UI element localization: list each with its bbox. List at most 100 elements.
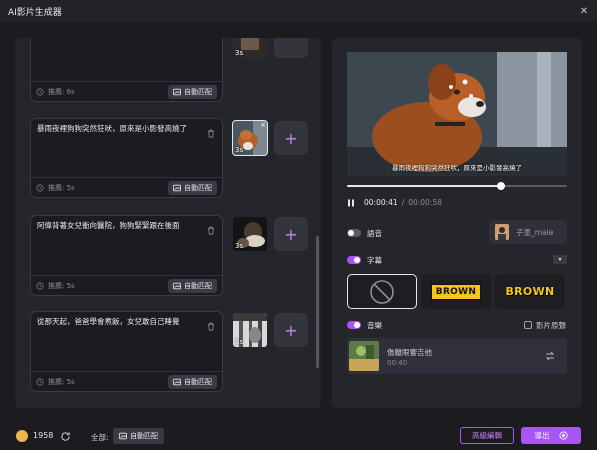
thumbnail-duration: 3s <box>235 338 244 346</box>
add-clip-button[interactable] <box>274 38 308 58</box>
clock-icon <box>36 183 44 192</box>
all-label: 全部: <box>91 433 109 442</box>
auto-match-all-button[interactable]: 自動匹配 <box>113 428 164 444</box>
original-sound-label: 影片原聲 <box>536 321 566 330</box>
plus-icon: + <box>284 320 298 340</box>
trash-icon[interactable] <box>207 226 215 235</box>
auto-match-all-label: 自動匹配 <box>130 432 158 440</box>
scene-footer: 推薦: 5s 自動匹配 <box>31 371 222 391</box>
swap-icon[interactable] <box>545 351 555 361</box>
trash-icon[interactable] <box>207 129 215 138</box>
subtitle-dropdown[interactable]: ▾ <box>553 255 567 264</box>
clock-icon <box>36 87 44 96</box>
advanced-edit-label: 高級編輯 <box>472 431 502 440</box>
footer-bar: 1958 全部: 自動匹配 高級編輯 導出 <box>0 422 597 450</box>
scrollbar[interactable] <box>316 236 319 368</box>
preview-subtitle: 暴雨夜裡狗狗突然狂吠，原來是小影發高燒了 <box>392 164 522 172</box>
image-match-icon <box>173 88 181 96</box>
scene-text[interactable]: 從那天起，爸爸學會煮飯，女兒敢自己睡覺 <box>37 316 200 327</box>
playback-progress-bar[interactable] <box>347 182 567 190</box>
subtitle-toggle[interactable] <box>347 256 361 264</box>
export-icon <box>558 431 568 440</box>
scene-card[interactable]: 阿偉背著女兒衝向醫院，狗狗緊緊跟在後面 推薦: 5s 自動匹配 <box>30 215 223 296</box>
recommended-duration: 推薦: 6s <box>48 87 75 96</box>
music-label: 音樂 <box>367 321 382 330</box>
voice-name: 子墨_male <box>516 227 554 237</box>
voice-label: 語音 <box>367 229 382 238</box>
settings-panel: 暴雨夜裡狗狗突然狂吠，原來是小影發高燒了 00:00:41 / 00:00:58… <box>332 38 582 408</box>
scene-thumbnail[interactable]: 3s <box>233 217 267 251</box>
add-clip-button[interactable]: + <box>274 121 308 155</box>
export-label: 導出 <box>534 431 550 440</box>
caret-down-icon: ▾ <box>558 256 562 263</box>
original-sound-checkbox[interactable] <box>524 321 532 329</box>
style-preview-text: BROWN <box>505 285 555 298</box>
auto-match-button[interactable]: 自動匹配 <box>168 279 217 293</box>
image-match-icon <box>173 184 181 192</box>
coin-balance: 1958 <box>33 431 54 440</box>
add-clip-button[interactable]: + <box>274 313 308 347</box>
coin-icon <box>16 430 28 442</box>
scene-card[interactable]: 從那天起，爸爸學會煮飯，女兒敢自己睡覺 推薦: 5s 自動匹配 <box>30 311 223 392</box>
scene-footer: 推薦: 5s 自動匹配 <box>31 177 222 197</box>
image-match-icon <box>173 378 181 386</box>
auto-match-button[interactable]: 自動匹配 <box>168 181 217 195</box>
plus-icon: + <box>284 128 298 148</box>
auto-match-label: 自動匹配 <box>184 184 212 192</box>
trash-icon[interactable] <box>207 322 215 331</box>
thumbnail-duration: 3s <box>235 242 244 250</box>
auto-match-button[interactable]: 自動匹配 <box>168 375 217 389</box>
pause-icon[interactable] <box>347 199 355 207</box>
auto-match-label: 自動匹配 <box>184 282 212 290</box>
time-display: 00:00:41 / 00:00:58 <box>347 198 442 207</box>
refresh-icon[interactable] <box>60 431 71 442</box>
subtitle-style-boxed[interactable]: BROWN <box>421 274 491 309</box>
video-preview[interactable]: 暴雨夜裡狗狗突然狂吠，原來是小影發高燒了 <box>347 52 567 176</box>
thumbnail-duration: 3s <box>235 146 244 154</box>
subtitle-label: 字幕 <box>367 256 382 265</box>
scene-text[interactable]: 暴雨夜裡狗狗突然狂吠，原來是小影發高燒了 <box>37 123 200 134</box>
progress-handle[interactable] <box>497 182 505 190</box>
close-button[interactable]: ✕ <box>571 0 597 22</box>
subtitle-style-none[interactable] <box>347 274 417 309</box>
total-time: 00:00:58 <box>408 198 442 207</box>
scene-thumbnail[interactable]: × 3s <box>232 120 268 156</box>
time-separator: / <box>401 198 405 207</box>
current-time: 00:00:41 <box>364 198 398 207</box>
scene-card[interactable]: 推薦: 6s 自動匹配 <box>30 38 223 102</box>
add-clip-button[interactable]: + <box>274 217 308 251</box>
image-match-icon <box>119 432 127 440</box>
style-preview-text: BROWN <box>430 283 482 300</box>
recommended-duration: 推薦: 5s <box>48 377 75 386</box>
music-track[interactable]: 傷離眼饗吉他 00:40 <box>347 338 567 374</box>
voice-avatar <box>495 224 509 240</box>
clock-icon <box>36 377 44 386</box>
recommended-duration: 推薦: 5s <box>48 183 75 192</box>
scene-thumbnail[interactable]: 3s <box>233 313 267 347</box>
subtitle-style-plain[interactable]: BROWN <box>495 274 565 309</box>
music-toggle[interactable] <box>347 321 361 329</box>
scene-footer: 推薦: 5s 自動匹配 <box>31 275 222 295</box>
auto-match-label: 自動匹配 <box>184 378 212 386</box>
advanced-edit-button[interactable]: 高級編輯 <box>460 427 514 444</box>
title-bar: AI影片生成器 ✕ <box>0 0 597 22</box>
thumbnail-duration: 3s <box>235 49 244 57</box>
scene-text[interactable]: 阿偉背著女兒衝向醫院，狗狗緊緊跟在後面 <box>37 220 200 231</box>
scene-thumbnail[interactable]: 3s <box>233 38 267 58</box>
no-style-icon <box>370 279 394 304</box>
remove-thumbnail-icon[interactable]: × <box>260 121 266 129</box>
recommended-duration: 推薦: 5s <box>48 281 75 290</box>
voice-selector[interactable]: 子墨_male <box>489 220 567 244</box>
close-icon: ✕ <box>579 5 589 17</box>
scene-footer: 推薦: 6s 自動匹配 <box>31 81 222 101</box>
music-track-duration: 00:40 <box>387 359 408 367</box>
music-cover <box>349 341 379 371</box>
scene-card[interactable]: 暴雨夜裡狗狗突然狂吠，原來是小影發高燒了 推薦: 5s 自動匹配 <box>30 118 223 198</box>
progress-fill <box>347 185 501 187</box>
voice-toggle[interactable] <box>347 229 361 237</box>
window-title: AI影片生成器 <box>8 7 62 18</box>
export-button[interactable]: 導出 <box>521 427 581 444</box>
plus-icon: + <box>284 224 298 244</box>
image-match-icon <box>173 282 181 290</box>
auto-match-button[interactable]: 自動匹配 <box>168 85 217 99</box>
